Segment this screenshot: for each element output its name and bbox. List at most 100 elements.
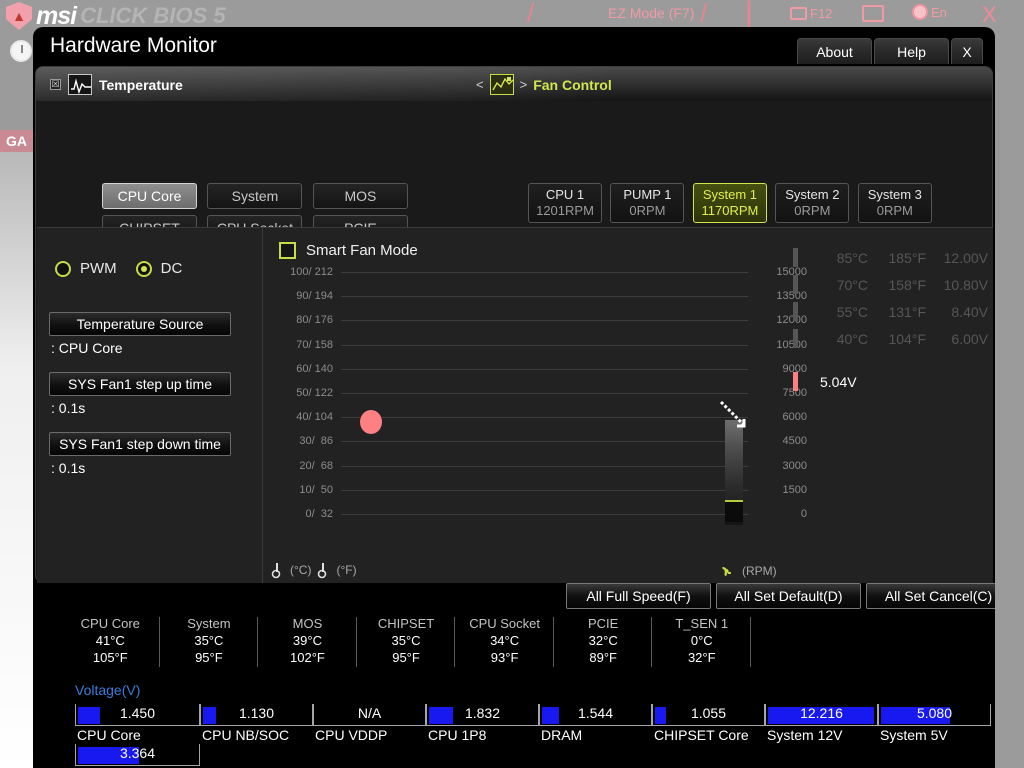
fan-tab-system-1[interactable]: System 1 1170RPM bbox=[692, 183, 767, 223]
chart-left-tick: 50/ 122 bbox=[296, 387, 333, 399]
thermometer-icon bbox=[318, 563, 327, 579]
chart-left-tick: 10/ 50 bbox=[299, 483, 333, 496]
fan-control-content: PWM DC Temperature Source : CPU Core SYS… bbox=[37, 227, 993, 583]
page-title: Hardware Monitor bbox=[50, 34, 217, 57]
fan-tab-system-3[interactable]: System 3 0RPM bbox=[857, 183, 932, 223]
fan-tab-system-2[interactable]: System 2 0RPM bbox=[775, 183, 850, 223]
fan-tab-pump-1[interactable]: PUMP 1 0RPM bbox=[610, 183, 685, 223]
fan-tab-label: System 3 bbox=[867, 187, 922, 202]
readout-celsius: 40°C bbox=[836, 330, 868, 347]
step-down-time-value: : 0.1s bbox=[51, 460, 86, 476]
fan-tab-rpm: 1201RPM bbox=[536, 203, 594, 218]
voltage-item: 3.364System 3.3V bbox=[75, 744, 200, 768]
fan-control-section-header[interactable]: < > Fan Control bbox=[476, 74, 612, 95]
fan-action-buttons: All Full Speed(F) All Set Default(D) All… bbox=[566, 583, 995, 609]
readout-volts: 6.00V bbox=[951, 330, 988, 347]
chart-left-tick: 100/ 212 bbox=[290, 266, 333, 278]
temperature-section-header[interactable]: ☒ Temperature bbox=[50, 74, 183, 95]
about-button[interactable]: About bbox=[797, 38, 872, 64]
fan-speed-slider-base[interactable] bbox=[725, 500, 743, 522]
readout-volts: 12.00V bbox=[943, 249, 988, 266]
temp-summary-cell: CPU Socket 34°C 93°F bbox=[455, 615, 554, 669]
language-button[interactable]: En bbox=[912, 4, 947, 20]
temperature-source-button[interactable]: Temperature Source bbox=[49, 312, 231, 336]
voltage-bar-frame: N/A bbox=[313, 704, 426, 726]
temp-summary-cell: PCIE 32°C 89°F bbox=[554, 615, 653, 669]
current-temp-marker[interactable] bbox=[360, 410, 382, 434]
fan-tab-cpu-1[interactable]: CPU 1 1201RPM bbox=[528, 183, 602, 223]
monitor-panel: ☒ Temperature < > Fan Control CPU Core S… bbox=[35, 66, 993, 583]
step-down-time-button[interactable]: SYS Fan1 step down time bbox=[49, 432, 231, 456]
voltage-value: 1.055 bbox=[690, 705, 727, 721]
screenshot-button[interactable]: F12 bbox=[790, 6, 832, 21]
readout-row: 55°C 131°F 8.40V bbox=[793, 298, 993, 325]
readout-row: 70°C 158°F 10.80V bbox=[793, 271, 993, 298]
panel-header: ☒ Temperature < > Fan Control bbox=[36, 67, 992, 101]
temp-tab-mos[interactable]: MOS bbox=[312, 183, 408, 209]
pwm-radio[interactable] bbox=[55, 260, 71, 277]
readout-marker bbox=[793, 329, 798, 348]
voltage-row-secondary: 3.364System 3.3V bbox=[75, 744, 995, 768]
chart-gridline bbox=[341, 489, 748, 491]
readout-row: 85°C 185°F 12.00V bbox=[793, 244, 993, 271]
chevron-left-icon[interactable]: < bbox=[476, 77, 484, 92]
clock-icon bbox=[10, 40, 32, 62]
temp-summary-name: System bbox=[187, 616, 231, 631]
current-voltage-row: 5.04V bbox=[793, 368, 993, 395]
chart-gridline bbox=[341, 465, 748, 467]
all-set-default-button[interactable]: All Set Default(D) bbox=[716, 583, 861, 609]
chevron-right-icon[interactable]: > bbox=[520, 77, 528, 92]
voltage-bar-frame: 1.544 bbox=[539, 704, 652, 726]
help-button[interactable]: Help bbox=[874, 38, 949, 64]
temp-summary-fahrenheit: 105°F bbox=[92, 650, 128, 665]
bios-close-icon[interactable]: X bbox=[982, 2, 997, 28]
dc-label: DC bbox=[160, 260, 183, 277]
chart-left-tick: 20/ 68 bbox=[299, 459, 333, 472]
all-set-cancel-button[interactable]: All Set Cancel(C) bbox=[866, 583, 995, 609]
temp-summary-fahrenheit: 102°F bbox=[290, 650, 325, 665]
close-button[interactable]: X bbox=[951, 38, 983, 64]
voltage-label: DRAM bbox=[541, 727, 583, 743]
chart-left-tick: 80/ 176 bbox=[296, 314, 333, 327]
help-icon[interactable] bbox=[862, 5, 884, 22]
fan-tab-label: PUMP 1 bbox=[623, 187, 672, 202]
temp-tab-cpu-core[interactable]: CPU Core bbox=[102, 183, 197, 209]
readout-fahrenheit: 104°F bbox=[888, 330, 926, 347]
current-voltage-marker bbox=[793, 372, 798, 391]
all-full-speed-button[interactable]: All Full Speed(F) bbox=[566, 583, 711, 609]
fan-mode-radio-group: PWM DC bbox=[55, 260, 192, 277]
voltage-bar-frame: 1.832 bbox=[426, 704, 539, 726]
fan-icon bbox=[722, 567, 732, 576]
smart-fan-mode-row[interactable]: Smart Fan Mode bbox=[279, 242, 418, 259]
readout-fahrenheit: 131°F bbox=[888, 303, 926, 320]
hardware-monitor-window: Hardware Monitor About Help X ☒ Temperat… bbox=[33, 27, 995, 768]
ez-mode-button[interactable]: EZ Mode (F7) bbox=[608, 5, 694, 21]
voltage-value: N/A bbox=[357, 705, 382, 721]
voltage-label: CPU 1P8 bbox=[428, 727, 487, 743]
temp-summary-cell: T_SEN 1 0°C 32°F bbox=[652, 615, 751, 669]
fan-tab-rpm: 0RPM bbox=[876, 203, 913, 218]
temp-tab-system[interactable]: System bbox=[207, 183, 303, 209]
chart-gridline bbox=[341, 320, 748, 322]
voltage-value: 1.544 bbox=[577, 705, 614, 721]
dc-radio[interactable] bbox=[135, 260, 152, 277]
readout-fahrenheit: 185°F bbox=[888, 249, 926, 266]
msi-wordmark: msi bbox=[36, 2, 77, 30]
temp-summary-fahrenheit: 32°F bbox=[687, 650, 716, 665]
voltage-value: 3.364 bbox=[119, 745, 156, 761]
temp-summary-cell: CPU Core 41°C 105°F bbox=[61, 615, 160, 669]
temp-summary-cell: CHIPSET 35°C 95°F bbox=[357, 615, 456, 669]
voltage-item: N/A CPU VDDP bbox=[313, 704, 426, 743]
thermometer-icon bbox=[271, 563, 281, 579]
voltage-bar-frame: 3.364 bbox=[75, 744, 200, 766]
collapse-icon[interactable]: ☒ bbox=[50, 79, 61, 90]
temp-summary-celsius: 0°C bbox=[690, 633, 713, 648]
temp-summary-name: PCIE bbox=[588, 616, 619, 631]
chart-gridline bbox=[341, 393, 748, 394]
temp-summary-name: CHIPSET bbox=[377, 616, 435, 631]
readout-row: 40°C 104°F 6.00V bbox=[793, 325, 993, 352]
smart-fan-mode-checkbox[interactable] bbox=[279, 242, 296, 259]
step-up-time-button[interactable]: SYS Fan1 step up time bbox=[49, 372, 231, 396]
msi-dragon-icon: ▲ bbox=[6, 2, 32, 30]
mouse-cursor-icon bbox=[719, 400, 746, 428]
